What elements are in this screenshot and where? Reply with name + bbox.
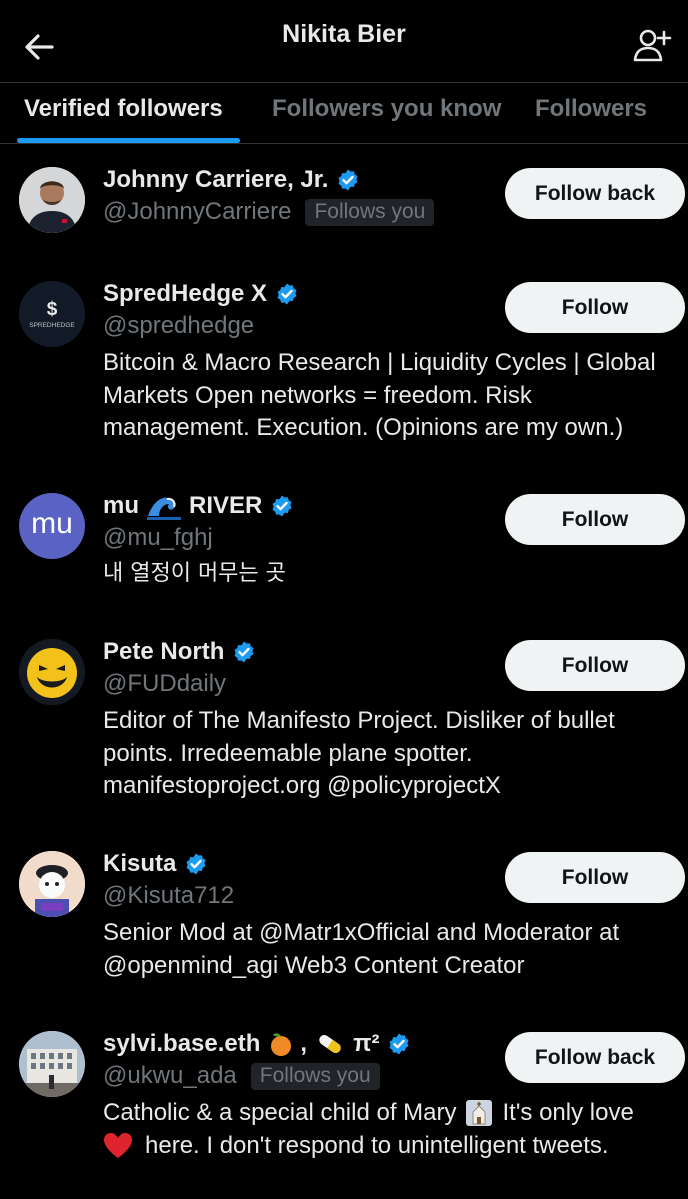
tab-followers[interactable]: Followers bbox=[535, 95, 647, 123]
avatar[interactable] bbox=[19, 639, 85, 705]
red-heart-emoji-icon bbox=[104, 1132, 132, 1158]
bio-line: here. I don't respond to unintelligent t… bbox=[145, 1131, 609, 1159]
bio-line: Bitcoin & Macro Research | Liquidity Cyc… bbox=[103, 349, 656, 376]
bio-line: management. Execution. (Opinions are my … bbox=[103, 414, 624, 441]
follow-button[interactable]: Follow bbox=[505, 640, 685, 691]
wave-emoji-icon bbox=[147, 497, 181, 520]
church-emoji-icon bbox=[466, 1100, 493, 1127]
verified-badge-icon bbox=[389, 1033, 409, 1055]
avatar[interactable] bbox=[19, 851, 85, 917]
verified-badge-icon bbox=[234, 641, 254, 663]
avatar[interactable] bbox=[19, 1031, 85, 1097]
page-title: Nikita Bier bbox=[282, 19, 406, 48]
verified-badge-icon bbox=[186, 853, 206, 875]
avatar[interactable] bbox=[19, 167, 85, 233]
follow-back-button[interactable]: Follow back bbox=[505, 168, 685, 219]
bio-line: Senior Mod at @Matr1xOfficial and Modera… bbox=[103, 919, 620, 946]
user-name[interactable]: Johnny Carriere, Jr. bbox=[103, 166, 328, 194]
top-bar: Nikita Bier bbox=[0, 0, 688, 82]
peach-emoji-icon bbox=[271, 1033, 292, 1056]
name-comma: , bbox=[300, 1030, 308, 1057]
avatar[interactable]: $ SPREDHEDGE bbox=[19, 281, 85, 347]
bio-line: Catholic & a special child of Mary bbox=[103, 1099, 457, 1126]
user-handle: @mu_fghj bbox=[103, 524, 213, 551]
tab-verified-followers[interactable]: Verified followers bbox=[24, 95, 223, 123]
user-bio: 내 열정이 머무는 곳 bbox=[103, 558, 688, 591]
user-bio: Editor of The Manifesto Project. Dislike… bbox=[103, 705, 688, 803]
user-name-suffix: RIVER bbox=[189, 492, 263, 519]
avatar-initials: mu bbox=[31, 507, 73, 540]
follow-button[interactable]: Follow bbox=[505, 852, 685, 903]
user-handle: @FUDdaily bbox=[103, 670, 227, 697]
tab-followers-you-know[interactable]: Followers you know bbox=[272, 95, 501, 123]
user-handle: @spredhedge bbox=[103, 312, 255, 339]
follow-button[interactable]: Follow bbox=[505, 282, 685, 333]
active-tab-indicator bbox=[17, 138, 240, 143]
follow-back-button[interactable]: Follow back bbox=[505, 1032, 685, 1083]
user-handle: @ukwu_ada bbox=[103, 1062, 237, 1089]
svg-text:$: $ bbox=[47, 299, 58, 320]
bio-line: It's only love bbox=[502, 1099, 634, 1126]
verified-badge-icon bbox=[272, 495, 292, 517]
follow-button[interactable]: Follow bbox=[505, 494, 685, 545]
user-handle: @JohnnyCarriere bbox=[103, 198, 292, 225]
user-name[interactable]: sylvi.base.eth bbox=[103, 1030, 260, 1058]
bio-line: points. Irredeemable plane spotter. bbox=[103, 739, 473, 767]
verified-badge-icon bbox=[277, 283, 297, 305]
bio-line: 내 열정이 머무는 곳 bbox=[103, 561, 286, 586]
bio-line: @openmind_agi Web3 Content Creator bbox=[103, 951, 525, 979]
add-user-icon[interactable] bbox=[632, 26, 672, 66]
pill-emoji-icon bbox=[319, 1034, 341, 1054]
user-name[interactable]: mu bbox=[103, 492, 139, 520]
user-name[interactable]: Pete North bbox=[103, 638, 224, 666]
verified-badge-icon bbox=[338, 169, 358, 191]
follows-you-badge: Follows you bbox=[305, 198, 435, 226]
bio-line: Editor of The Manifesto Project. Dislike… bbox=[103, 707, 615, 734]
user-name-suffix: π² bbox=[353, 1030, 380, 1057]
bio-line: manifestoproject.org @policyprojectX bbox=[103, 772, 501, 799]
user-name[interactable]: SpredHedge X bbox=[103, 280, 267, 308]
back-arrow-icon[interactable] bbox=[22, 30, 56, 64]
user-handle: @Kisuta712 bbox=[103, 882, 235, 909]
avatar[interactable]: mu bbox=[19, 493, 85, 559]
follows-you-badge: Follows you bbox=[250, 1062, 380, 1090]
avatar-wordmark: SPREDHEDGE bbox=[29, 322, 75, 329]
bio-line: Markets Open networks = freedom. Risk bbox=[103, 381, 532, 409]
user-bio: Bitcoin & Macro Research | Liquidity Cyc… bbox=[103, 347, 688, 445]
user-bio: Catholic & a special child of Mary It's … bbox=[103, 1097, 688, 1162]
tab-bar: Verified followers Followers you know Fo… bbox=[0, 82, 688, 144]
user-name[interactable]: Kisuta bbox=[103, 850, 176, 878]
user-bio: Senior Mod at @Matr1xOfficial and Modera… bbox=[103, 917, 688, 982]
